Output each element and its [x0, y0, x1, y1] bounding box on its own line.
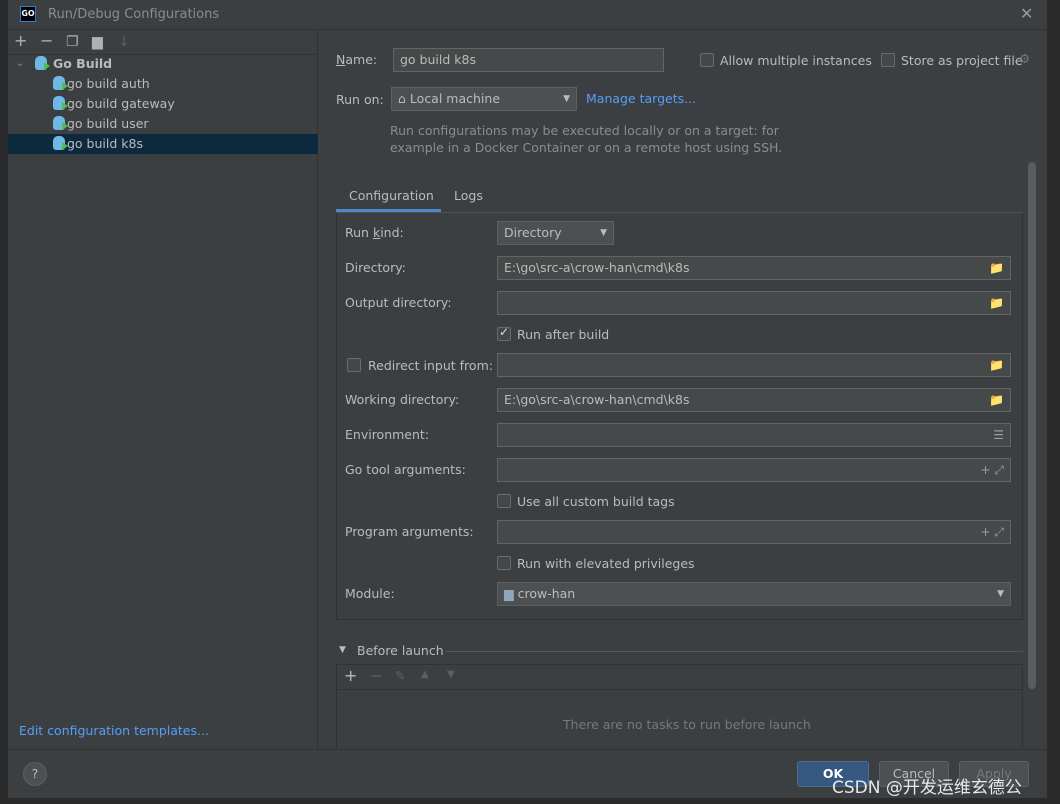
- tree-item[interactable]: go build auth: [8, 74, 318, 94]
- run-kind-label: Run kind:: [345, 225, 404, 240]
- go-build-icon: [53, 136, 68, 150]
- item-label: go build user: [67, 116, 149, 131]
- config-tree-panel: + − ❐ ▆ ↓ ⌄ Go Build go build auth go bu…: [8, 31, 318, 749]
- window-title: Run/Debug Configurations: [48, 7, 220, 22]
- before-launch-panel: + − ✎ ▲ ▼ There are no tasks to run befo…: [336, 664, 1023, 750]
- run-debug-dialog: GO Run/Debug Configurations ✕ + − ❐ ▆ ↓ …: [8, 0, 1048, 798]
- folder-icon[interactable]: 📁: [989, 257, 1004, 279]
- collapse-triangle-icon[interactable]: ▼: [339, 645, 346, 655]
- elevated-privileges-checkbox[interactable]: [497, 556, 511, 570]
- edit-templates-link[interactable]: Edit configuration templates...: [19, 723, 209, 738]
- go-build-icon: [35, 56, 50, 70]
- watermark: CSDN @开发运维玄德公: [832, 778, 1022, 798]
- expand-icon[interactable]: + ⤢: [981, 521, 1004, 543]
- custom-build-tags-checkbox[interactable]: [497, 494, 511, 508]
- run-on-label: Run on:: [336, 92, 384, 107]
- store-project-checkbox[interactable]: [881, 53, 895, 67]
- output-directory-label: Output directory:: [345, 295, 452, 310]
- no-tasks-text: There are no tasks to run before launch: [563, 717, 811, 732]
- go-app-icon: GO: [20, 6, 36, 22]
- manage-targets-link[interactable]: Manage targets...: [586, 91, 696, 106]
- new-folder-icon[interactable]: ▆: [92, 34, 103, 50]
- expand-icon[interactable]: + ⤢: [981, 459, 1004, 481]
- list-icon[interactable]: ☰: [993, 424, 1004, 446]
- directory-value: E:\go\src-a\crow-han\cmd\k8s: [504, 260, 690, 275]
- directory-input[interactable]: E:\go\src-a\crow-han\cmd\k8s 📁: [497, 256, 1011, 280]
- run-after-build-checkbox[interactable]: [497, 325, 511, 341]
- redirect-input-field[interactable]: 📁: [497, 353, 1011, 377]
- home-icon: ⌂: [398, 91, 406, 106]
- remove-icon[interactable]: −: [40, 31, 53, 50]
- chevron-down-icon: ▼: [563, 94, 570, 104]
- run-on-value: Local machine: [409, 91, 501, 106]
- item-label: go build gateway: [67, 96, 175, 111]
- tab-logs[interactable]: Logs: [454, 188, 483, 203]
- allow-multiple-label: Allow multiple instances: [720, 53, 872, 68]
- tab-configuration[interactable]: Configuration: [349, 188, 434, 203]
- tree-group-go-build[interactable]: ⌄ Go Build: [8, 54, 318, 74]
- directory-label: Directory:: [345, 260, 406, 275]
- output-directory-input[interactable]: 📁: [497, 291, 1011, 315]
- working-directory-input[interactable]: E:\go\src-a\crow-han\cmd\k8s 📁: [497, 388, 1011, 412]
- tree-item-selected[interactable]: go build k8s: [8, 134, 318, 154]
- run-on-dropdown[interactable]: ⌂ Local machine ▼: [391, 87, 577, 111]
- before-launch-label[interactable]: Before launch: [357, 643, 444, 658]
- chevron-down-icon: ▼: [997, 589, 1004, 599]
- go-build-icon: [53, 76, 68, 90]
- module-dropdown[interactable]: ▆ crow-han ▼: [497, 582, 1011, 606]
- remove-icon[interactable]: −: [370, 666, 383, 685]
- sort-icon[interactable]: ↓: [118, 34, 130, 50]
- custom-build-tags-label: Use all custom build tags: [517, 494, 675, 509]
- item-label: go build auth: [67, 76, 150, 91]
- folder-icon[interactable]: 📁: [989, 389, 1004, 411]
- folder-icon[interactable]: 📁: [989, 354, 1004, 376]
- environment-input[interactable]: ☰: [497, 423, 1011, 447]
- item-label: go build k8s: [67, 136, 143, 151]
- gear-icon[interactable]: ⚙: [1019, 51, 1030, 66]
- edit-icon[interactable]: ✎: [395, 668, 405, 683]
- run-kind-value: Directory: [504, 225, 562, 240]
- go-tool-arguments-label: Go tool arguments:: [345, 462, 466, 477]
- module-label: Module:: [345, 586, 395, 601]
- program-arguments-input[interactable]: + ⤢: [497, 520, 1011, 544]
- working-directory-label: Working directory:: [345, 392, 460, 407]
- store-project-label: Store as project file: [901, 53, 1023, 68]
- move-up-icon[interactable]: ▲: [421, 669, 429, 680]
- add-icon[interactable]: +: [14, 31, 27, 50]
- folder-icon[interactable]: 📁: [989, 292, 1004, 314]
- hint-text: example in a Docker Container or on a re…: [390, 140, 783, 155]
- tree-item[interactable]: go build user: [8, 114, 318, 134]
- working-value: E:\go\src-a\crow-han\cmd\k8s: [504, 392, 690, 407]
- chevron-down-icon: ▼: [600, 228, 607, 238]
- group-label: Go Build: [52, 56, 113, 71]
- scrollbar[interactable]: [1028, 162, 1036, 689]
- chevron-down-icon[interactable]: ⌄: [16, 54, 24, 74]
- module-value: crow-han: [517, 586, 576, 601]
- move-down-icon[interactable]: ▼: [447, 669, 455, 680]
- environment-label: Environment:: [345, 427, 430, 442]
- program-arguments-label: Program arguments:: [345, 524, 474, 539]
- copy-icon[interactable]: ❐: [66, 34, 79, 50]
- help-button[interactable]: ?: [23, 762, 47, 786]
- allow-multiple-checkbox[interactable]: [700, 53, 714, 67]
- elevated-privileges-label: Run with elevated privileges: [517, 556, 695, 571]
- run-kind-dropdown[interactable]: Directory ▼: [497, 221, 614, 245]
- go-build-icon: [53, 116, 68, 130]
- title-bar: GO Run/Debug Configurations ✕: [8, 0, 1048, 30]
- tree-item[interactable]: go build gateway: [8, 94, 318, 114]
- name-input[interactable]: go build k8s: [393, 48, 664, 72]
- hint-text: Run configurations may be executed local…: [390, 123, 779, 138]
- close-icon[interactable]: ✕: [1020, 4, 1033, 23]
- run-after-build-label: Run after build: [517, 327, 610, 342]
- name-label: Name:: [336, 52, 378, 67]
- go-tool-arguments-input[interactable]: + ⤢: [497, 458, 1011, 482]
- add-icon[interactable]: +: [344, 666, 357, 685]
- redirect-input-label: Redirect input from:: [368, 358, 493, 373]
- go-build-icon: [53, 96, 68, 110]
- redirect-input-checkbox[interactable]: [347, 358, 361, 372]
- module-folder-icon: ▆: [504, 586, 514, 601]
